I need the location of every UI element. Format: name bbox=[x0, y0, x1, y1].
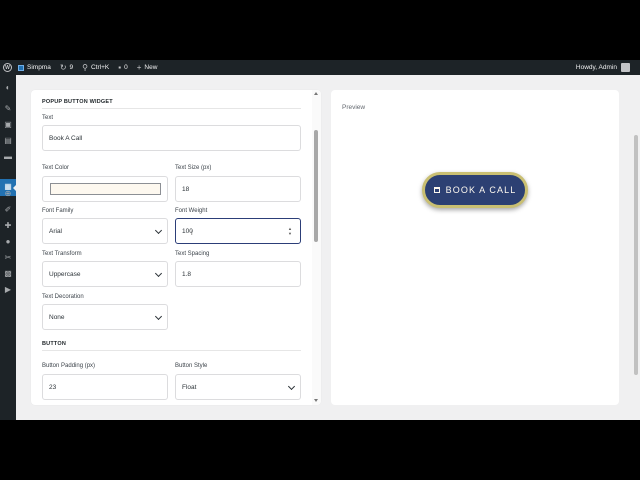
text-decoration-value: None bbox=[49, 313, 65, 321]
dashboard-icon[interactable]: ◐ bbox=[4, 84, 12, 92]
text-size-label: Text Size (px) bbox=[175, 165, 212, 171]
appearance-icon[interactable]: ✐ bbox=[4, 206, 12, 214]
preview-label: Preview bbox=[342, 104, 366, 111]
updates-count: 9 bbox=[69, 64, 74, 71]
play-icon[interactable]: ▶ bbox=[4, 286, 12, 294]
font-family-value: Arial bbox=[49, 227, 63, 235]
updates-link[interactable]: ↻ 9 bbox=[59, 62, 74, 72]
comments-link[interactable]: ▪ 0 bbox=[118, 62, 128, 72]
active-arrow bbox=[13, 184, 17, 192]
settings-icon[interactable]: ▩ bbox=[4, 270, 12, 278]
button-style-select[interactable]: Float bbox=[175, 374, 301, 400]
button-padding-label: Button Padding (px) bbox=[42, 363, 96, 369]
admin-side-menu: ◐ ✎ ▣ ▤ ▬ ▦ ⊕ ✐ ✚ ● ✂ ▩ ▶ bbox=[0, 75, 17, 420]
page-scrollbar[interactable] bbox=[632, 75, 640, 420]
search-icon: ⚲ bbox=[82, 62, 89, 72]
text-input[interactable]: Book A Call bbox=[42, 125, 301, 151]
font-family-select[interactable]: Arial bbox=[42, 218, 168, 244]
text-color-label: Text Color bbox=[42, 165, 70, 171]
admin-bar: W Simpma ↻ 9 ⚲ Ctrl+K ▪ 0 + New Howdy, A… bbox=[0, 60, 640, 75]
preview-panel: Preview Book A Call bbox=[331, 90, 619, 405]
new-label: New bbox=[144, 64, 158, 71]
text-spacing-label: Text Spacing bbox=[175, 251, 210, 257]
calendar-icon bbox=[433, 187, 440, 193]
comment-icon: ▪ bbox=[118, 62, 122, 72]
add-icon[interactable]: ⊕ bbox=[4, 190, 12, 198]
section-title-popup-widget: POPUP BUTTON WIDGET bbox=[42, 99, 113, 105]
font-weight-label: Font Weight bbox=[175, 208, 208, 214]
users-icon[interactable]: ● bbox=[4, 238, 12, 246]
page-scrollbar-thumb[interactable] bbox=[634, 135, 638, 375]
divider bbox=[42, 350, 301, 351]
comments-count: 0 bbox=[124, 64, 128, 71]
section-title-button: BUTTON bbox=[42, 341, 67, 347]
font-family-label: Font Family bbox=[42, 208, 74, 214]
avatar bbox=[621, 63, 630, 72]
book-a-call-button[interactable]: Book A Call bbox=[422, 172, 528, 208]
settings-panel: POPUP BUTTON WIDGET Text Book A Call Tex… bbox=[31, 90, 321, 405]
pin-icon[interactable]: ✎ bbox=[4, 105, 12, 113]
screen: W Simpma ↻ 9 ⚲ Ctrl+K ▪ 0 + New Howdy, A… bbox=[0, 60, 640, 420]
scroll-down-icon[interactable] bbox=[314, 399, 318, 402]
search-shortcut: Ctrl+K bbox=[91, 64, 110, 71]
chevron-down-icon bbox=[154, 312, 163, 321]
button-padding-input[interactable]: 23 bbox=[42, 374, 168, 400]
settings-scrollbar[interactable] bbox=[312, 90, 321, 405]
text-decoration-label: Text Decoration bbox=[42, 294, 84, 300]
text-transform-label: Text Transform bbox=[42, 251, 82, 257]
text-spacing-input[interactable]: 1.8 bbox=[175, 261, 301, 287]
text-size-input[interactable]: 18 bbox=[175, 176, 301, 202]
chevron-down-icon bbox=[154, 269, 163, 278]
text-decoration-select[interactable]: None bbox=[42, 304, 168, 330]
site-icon bbox=[18, 64, 24, 71]
number-spinner-icon[interactable]: ▲ ▼ bbox=[288, 226, 292, 236]
pages-icon[interactable]: ▤ bbox=[4, 137, 12, 145]
button-style-label: Button Style bbox=[175, 363, 208, 369]
text-color-picker[interactable] bbox=[42, 176, 168, 202]
text-label: Text bbox=[42, 115, 54, 121]
chevron-down-icon bbox=[154, 226, 163, 235]
site-name-link[interactable]: Simpma bbox=[18, 64, 51, 71]
account-menu[interactable]: Howdy, Admin bbox=[576, 60, 630, 75]
updates-icon: ↻ bbox=[59, 62, 67, 72]
new-content-link[interactable]: + New bbox=[136, 62, 158, 72]
color-swatch bbox=[50, 183, 161, 195]
site-name: Simpma bbox=[27, 64, 51, 71]
scrollbar-thumb[interactable] bbox=[314, 130, 318, 242]
plugins-icon[interactable]: ✚ bbox=[4, 222, 12, 230]
search-link[interactable]: ⚲ Ctrl+K bbox=[82, 62, 110, 72]
comments-icon[interactable]: ▬ bbox=[4, 153, 12, 161]
plus-icon: + bbox=[136, 62, 142, 72]
media-icon[interactable]: ▣ bbox=[4, 121, 12, 129]
text-transform-select[interactable]: Uppercase bbox=[42, 261, 168, 287]
text-cursor-icon: I bbox=[191, 231, 193, 237]
button-style-value: Float bbox=[182, 383, 197, 391]
divider bbox=[42, 108, 301, 109]
tools-icon[interactable]: ✂ bbox=[4, 254, 12, 262]
howdy-text: Howdy, Admin bbox=[575, 64, 617, 71]
chevron-down-icon bbox=[287, 382, 296, 391]
font-weight-input[interactable]: 100 I ▲ ▼ bbox=[175, 218, 301, 244]
text-transform-value: Uppercase bbox=[49, 270, 81, 278]
scroll-up-icon[interactable] bbox=[314, 92, 318, 95]
wordpress-logo-icon[interactable]: W bbox=[0, 60, 15, 75]
book-a-call-label: Book A Call bbox=[445, 185, 517, 195]
